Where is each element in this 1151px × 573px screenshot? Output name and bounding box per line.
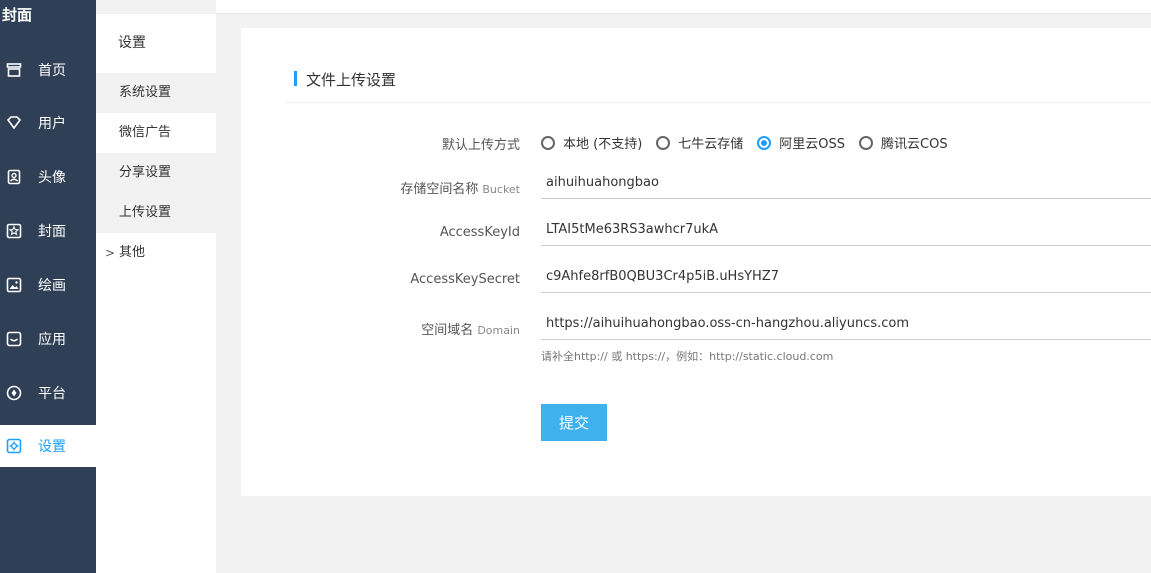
sidebar-item-label: 首页 (38, 63, 66, 79)
radio-circle (656, 135, 671, 150)
compass-icon (6, 385, 22, 401)
access-key-secret-label: AccessKeySecret (410, 272, 520, 287)
submenu-title: 设置 (118, 35, 146, 51)
upload-settings-card: 文件上传设置 默认上传方式 本地 (不支持) 七牛云存储 阿里云OSS 腾讯云C… (241, 28, 1151, 496)
bucket-label: 存储空间名称 Bucket (400, 178, 520, 197)
sidebar-item-platform[interactable]: 平台 (0, 372, 96, 414)
chevron-right-icon: > (105, 246, 116, 260)
brand-title: 封面 (2, 6, 33, 24)
radio-qiniu[interactable]: 七牛云存储 (656, 133, 743, 152)
card-title: 文件上传设置 (294, 69, 396, 90)
sidebar-item-label: 平台 (38, 386, 66, 402)
sidebar-item-apps[interactable]: 应用 (0, 318, 96, 360)
radio-aliyun-oss[interactable]: 阿里云OSS (757, 133, 845, 152)
sidebar-item-drawing[interactable]: 绘画 (0, 264, 96, 306)
domain-hint: 请补全http:// 或 https://，例如：http://static.c… (541, 350, 834, 363)
app-icon (6, 331, 22, 347)
image-icon (6, 277, 22, 293)
radio-label: 阿里云OSS (779, 137, 846, 152)
domain-label: 空间域名 Domain (421, 319, 520, 338)
bucket-label-suffix: Bucket (482, 183, 520, 196)
radio-tencent-cos[interactable]: 腾讯云COS (859, 133, 948, 152)
radio-label: 本地 (不支持) (563, 137, 643, 152)
store-icon (6, 62, 22, 78)
sidebar-item-cover[interactable]: 封面 (0, 210, 96, 252)
card-divider (286, 102, 1151, 103)
sidebar-item-label: 绘画 (38, 278, 66, 294)
sidebar-item-label: 用户 (38, 116, 66, 132)
sidebar-item-users[interactable]: 用户 (0, 102, 96, 144)
submenu-item-other[interactable]: > 其他 (96, 233, 216, 273)
access-key-id-label: AccessKeyId (439, 225, 520, 240)
user-card-icon (6, 169, 22, 185)
access-key-id-input[interactable] (541, 214, 1151, 246)
submenu-item-wechat-ads[interactable]: 微信广告 (96, 113, 216, 153)
star-icon (6, 223, 22, 239)
radio-label: 腾讯云COS (881, 137, 948, 152)
upload-method-label: 默认上传方式 (441, 138, 520, 153)
submenu-topbar (96, 0, 216, 14)
radio-circle (757, 135, 772, 150)
main-sidebar: 封面 首页 用户 头像 封面 绘画 应用 平台 设置 (0, 0, 96, 573)
sidebar-item-home[interactable]: 首页 (0, 49, 96, 91)
radio-local[interactable]: 本地 (不支持) (541, 133, 642, 152)
sidebar-item-settings[interactable]: 设置 (0, 425, 96, 467)
radio-label: 七牛云存储 (678, 137, 744, 152)
radio-circle (859, 135, 874, 150)
submenu-item-label: 其他 (119, 245, 146, 260)
domain-input[interactable] (541, 308, 1151, 340)
submenu-item-upload[interactable]: 上传设置 (96, 193, 216, 233)
submenu-item-share[interactable]: 分享设置 (96, 153, 216, 193)
submit-button[interactable]: 提交 (541, 404, 607, 441)
radio-circle (541, 135, 555, 150)
bucket-label-text: 存储空间名称 (400, 182, 479, 197)
domain-label-text: 空间域名 (421, 323, 474, 338)
sidebar-item-label: 应用 (38, 332, 66, 348)
bucket-input[interactable] (541, 167, 1151, 199)
sidebar-item-label: 头像 (38, 170, 66, 186)
sidebar-item-avatar[interactable]: 头像 (0, 156, 96, 198)
sidebar-item-label: 设置 (38, 439, 66, 455)
access-key-secret-input[interactable] (541, 261, 1151, 293)
main-topbar (216, 0, 1151, 14)
diamond-icon (6, 115, 22, 131)
sidebar-item-label: 封面 (38, 224, 66, 240)
gear-icon (6, 438, 22, 454)
domain-label-suffix: Domain (477, 324, 520, 337)
submenu-item-system[interactable]: 系统设置 (96, 73, 216, 113)
settings-submenu: 设置 系统设置 微信广告 分享设置 上传设置 > 其他 (96, 0, 216, 573)
upload-method-radios: 本地 (不支持) 七牛云存储 阿里云OSS 腾讯云COS (541, 133, 962, 152)
